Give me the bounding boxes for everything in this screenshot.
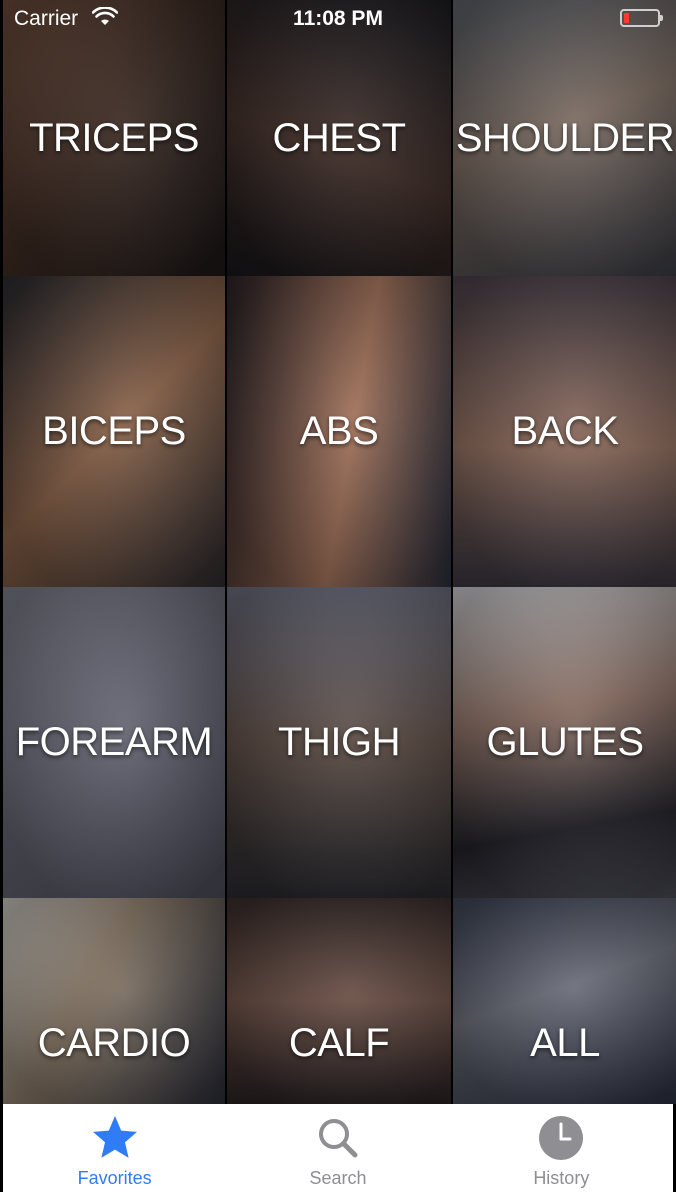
category-tile-biceps[interactable]: BICEPS [3,276,225,587]
category-label: THIGH [278,720,400,764]
tab-label: Favorites [77,1168,152,1188]
search-icon [318,1119,358,1158]
category-tile-cardio[interactable]: CARDIO [3,898,225,1104]
category-label: GLUTES [486,720,644,764]
clock-time: 11:08 PM [293,7,383,30]
status-bar: Carrier 11:08 PM [0,0,676,38]
category-label: ALL [530,1021,600,1065]
battery-icon [620,9,663,27]
category-tile-thigh[interactable]: THIGH [227,587,451,898]
category-tile-glutes[interactable]: GLUTES [453,587,676,898]
category-label: ABS [299,409,379,453]
clock-icon [539,1116,584,1160]
tab-favorites[interactable]: Favorites [3,1104,226,1192]
tab-history[interactable]: History [450,1104,673,1192]
category-label: FOREARM [15,720,213,764]
category-label: CHEST [272,115,406,160]
tab-label: Search [309,1168,367,1188]
category-label: SHOULDER [455,115,675,160]
star-icon [92,1116,137,1158]
tab-bar: Favorites Search History [3,1104,673,1192]
category-tile-abs[interactable]: ABS [227,276,451,587]
category-tile-shoulder[interactable]: SHOULDER [453,0,676,276]
category-label: BICEPS [42,409,186,453]
tab-label: History [533,1168,590,1188]
category-tile-all[interactable]: ALL [453,898,676,1104]
category-label: CARDIO [37,1021,191,1065]
category-label: BACK [511,409,619,453]
category-tile-chest[interactable]: CHEST [227,0,451,276]
category-tile-triceps[interactable]: TRICEPS [3,0,225,276]
category-tile-calf[interactable]: CALF [227,898,451,1104]
category-tile-forearm[interactable]: FOREARM [3,587,225,898]
category-tile-back[interactable]: BACK [453,276,676,587]
tab-search[interactable]: Search [226,1104,449,1192]
category-label: TRICEPS [29,115,199,160]
muscle-category-grid: TRICEPS CHEST SHOULDER BICEPS ABS BACK F… [3,0,676,1104]
category-label: CALF [288,1021,390,1065]
